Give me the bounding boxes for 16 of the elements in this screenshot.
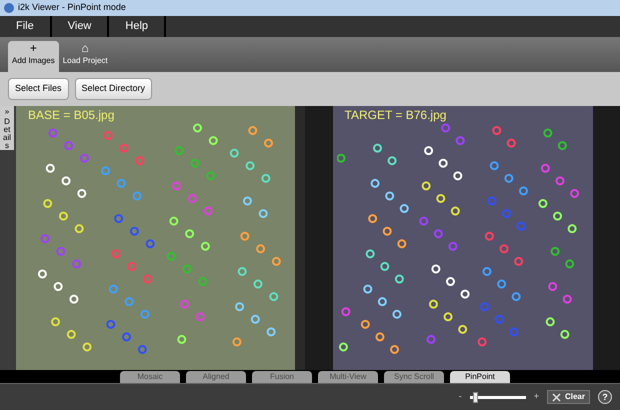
toolbar-tab[interactable]: ⌂ Load Project	[58, 41, 112, 72]
clear-button[interactable]: Clear	[546, 390, 590, 404]
slider-thumb[interactable]	[472, 392, 478, 402]
close-icon	[552, 392, 561, 402]
details-tab[interactable]: » Details	[0, 106, 14, 150]
select-button[interactable]: Select Files	[8, 78, 69, 100]
image-label: BASE = B05.jpg	[28, 107, 114, 124]
window-title: i2k Viewer - PinPoint mode	[18, 1, 126, 14]
help-button[interactable]: ?	[598, 390, 612, 404]
zoom-out-label: -	[458, 390, 462, 404]
app-icon	[4, 3, 14, 13]
zoom-in-label: +	[534, 390, 539, 404]
image-label: TARGET = B76.jpg	[344, 107, 446, 124]
toolbar-tab[interactable]: + Add Images	[8, 41, 59, 72]
view-tab[interactable]: PinPoint	[450, 371, 510, 383]
select-button[interactable]: Select Directory	[74, 78, 152, 100]
